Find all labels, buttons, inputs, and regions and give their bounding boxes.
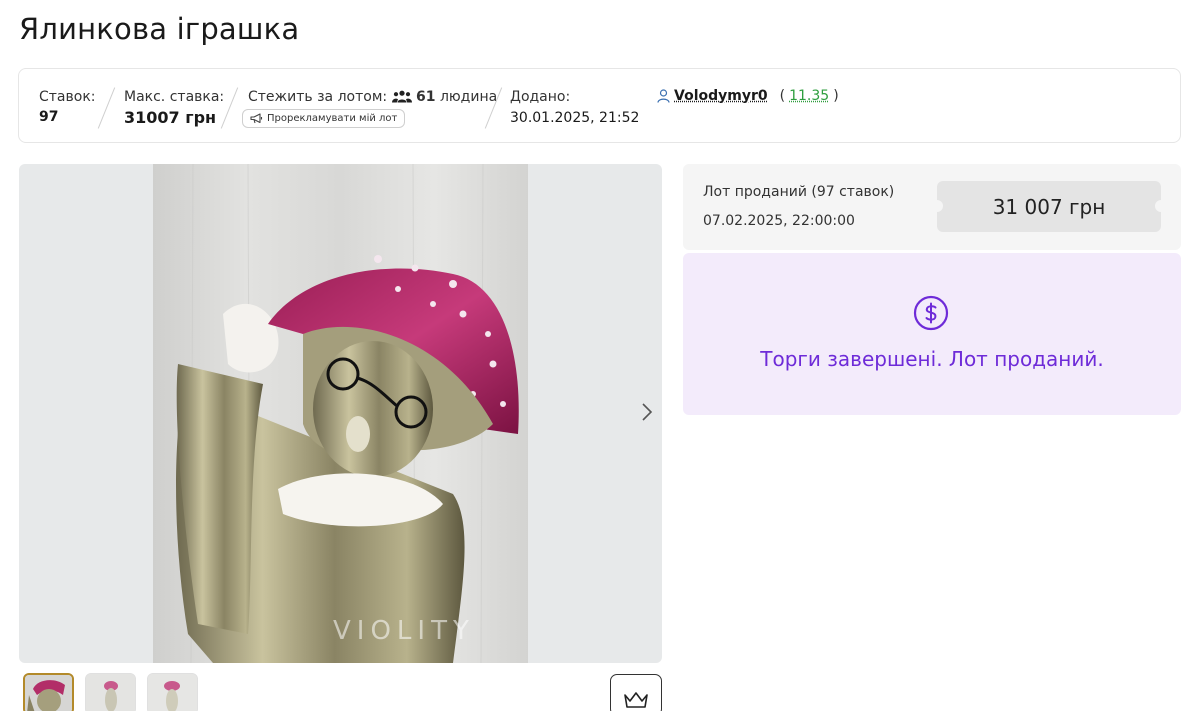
seller-name-link[interactable]: Volodymyr0	[674, 88, 768, 104]
lot-info-bar: Ставок: 97 Макс. ставка: 31007 грн Стежи…	[18, 68, 1181, 143]
watchers-block: Стежить за лотом: 61 людина Прорекламува…	[242, 88, 497, 128]
lot-photo[interactable]: VIOLITY	[153, 164, 528, 663]
toy-image	[176, 164, 519, 663]
final-price: 31 007 грн	[931, 181, 1167, 232]
watchers-line: Стежить за лотом: 61 людина	[248, 88, 497, 106]
sold-end-time: 07.02.2025, 22:00:00	[703, 213, 855, 229]
bids-count-block: Ставок: 97	[39, 88, 96, 125]
sale-result-box: Лот проданий (97 ставок) 07.02.2025, 22:…	[683, 164, 1181, 250]
bids-value: 97	[39, 109, 59, 125]
thumbnail-2[interactable]	[85, 673, 136, 711]
added-value: 30.01.2025, 21:52	[510, 110, 640, 126]
seller-rating-link[interactable]: 11.35	[789, 88, 829, 104]
dollar-circle-icon	[913, 295, 949, 331]
thumbnail-image	[148, 674, 197, 711]
watchers-label: Стежить за лотом:	[248, 89, 388, 105]
max-bid-value: 31007 грн	[124, 108, 217, 127]
promote-lot-label: Прорекламувати мій лот	[267, 113, 398, 124]
photo-gallery[interactable]: VIOLITY	[19, 164, 662, 663]
rating-open-paren: (	[779, 88, 786, 104]
auction-ended-message: Торги завершені. Лот проданий.	[760, 347, 1104, 371]
next-photo-button[interactable]	[636, 400, 658, 424]
bids-label: Ставок:	[39, 89, 96, 105]
thumbnail-image	[25, 675, 72, 711]
page-title: Ялинкова іграшка	[19, 12, 300, 46]
max-bid-label: Макс. ставка:	[124, 89, 225, 105]
thumbnail-image	[86, 674, 135, 711]
thumbnail-strip	[23, 673, 198, 711]
watermark: VIOLITY	[333, 616, 475, 646]
seller-block: Volodymyr0 (11.35)	[657, 88, 839, 104]
max-bid-block: Макс. ставка: 31007 грн	[124, 88, 224, 127]
crown-button[interactable]	[610, 674, 662, 711]
added-date-block: Додано: 30.01.2025, 21:52	[510, 88, 639, 126]
watchers-unit: людина	[439, 89, 498, 105]
user-icon	[657, 89, 670, 103]
megaphone-icon	[250, 113, 263, 124]
chevron-right-icon	[642, 403, 653, 421]
rating-close-paren: )	[833, 88, 839, 104]
people-icon	[391, 90, 412, 103]
sold-status: Лот проданий (97 ставок)	[703, 184, 895, 200]
divider	[97, 87, 116, 129]
thumbnail-3[interactable]	[147, 673, 198, 711]
promote-lot-button[interactable]: Прорекламувати мій лот	[242, 109, 406, 128]
auction-ended-box: Торги завершені. Лот проданий.	[683, 253, 1181, 415]
crown-icon	[624, 692, 648, 708]
added-label: Додано:	[510, 89, 571, 105]
watchers-count: 61	[416, 89, 436, 105]
thumbnail-1[interactable]	[23, 673, 74, 711]
